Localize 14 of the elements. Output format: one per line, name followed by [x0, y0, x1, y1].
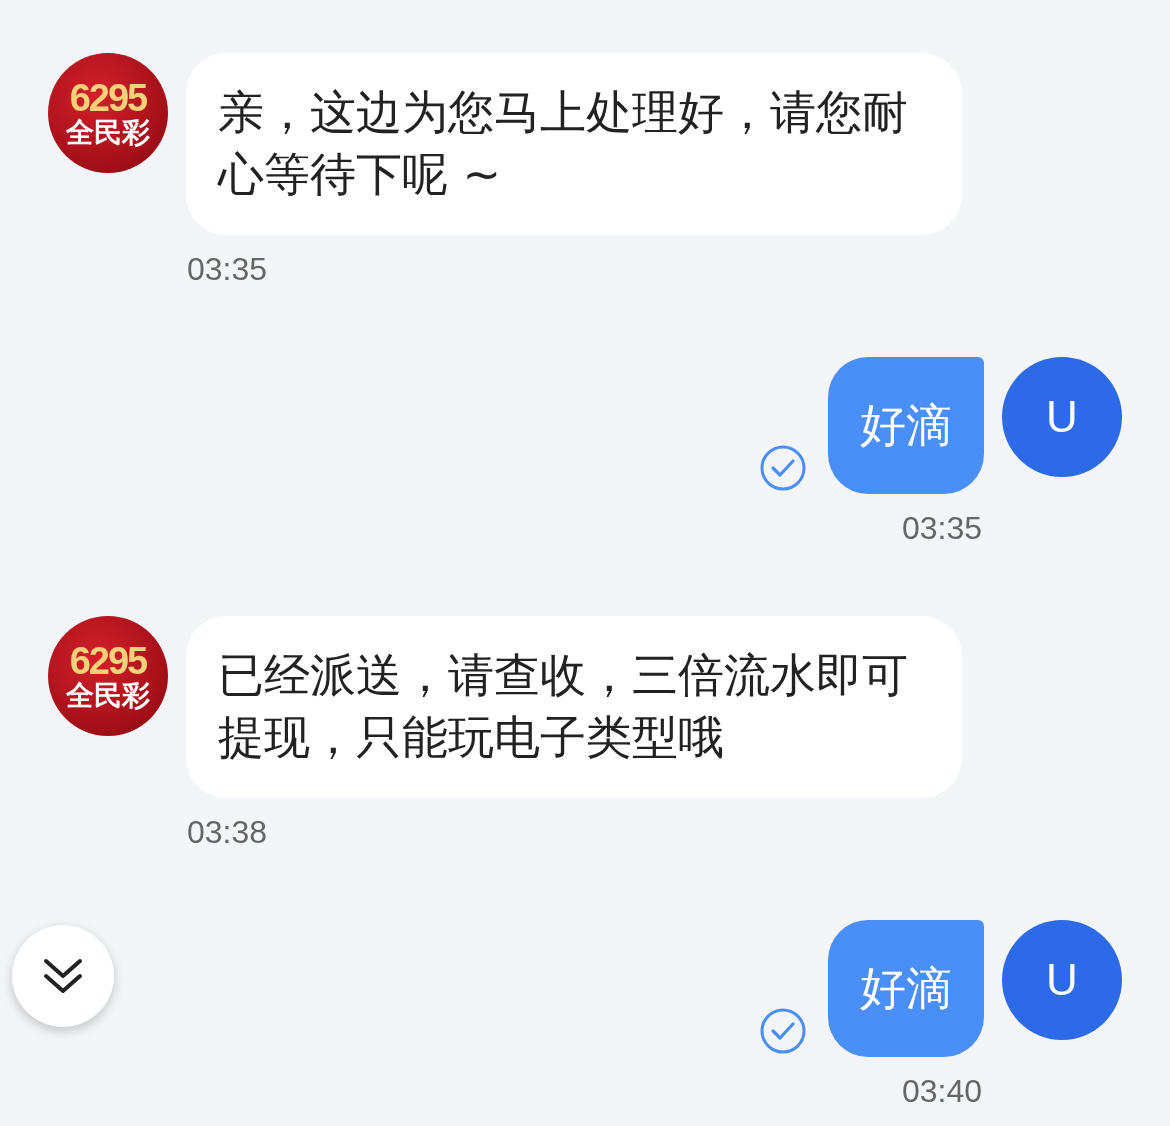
double-chevron-icon	[41, 956, 85, 996]
logo-avatar: 6295 全民彩	[48, 616, 168, 736]
message-time: 03:35	[187, 250, 269, 289]
logo-avatar: 6295 全民彩	[48, 53, 168, 173]
message-time: 03:40	[900, 1072, 982, 1111]
message-bubble: 已经派送，请查收，三倍流水即可提现，只能玩电子类型哦	[186, 616, 962, 798]
message-time: 03:35	[900, 509, 982, 548]
user-avatar: U	[1002, 357, 1122, 477]
message-bubble: 好滴	[828, 357, 984, 494]
message-time: 03:38	[187, 813, 269, 852]
message-bubble: 好滴	[828, 920, 984, 1057]
scroll-down-button[interactable]	[12, 925, 114, 1027]
user-avatar: U	[1002, 920, 1122, 1040]
message-bubble: 亲，这边为您马上处理好，请您耐心等待下呢 ~	[186, 53, 962, 235]
